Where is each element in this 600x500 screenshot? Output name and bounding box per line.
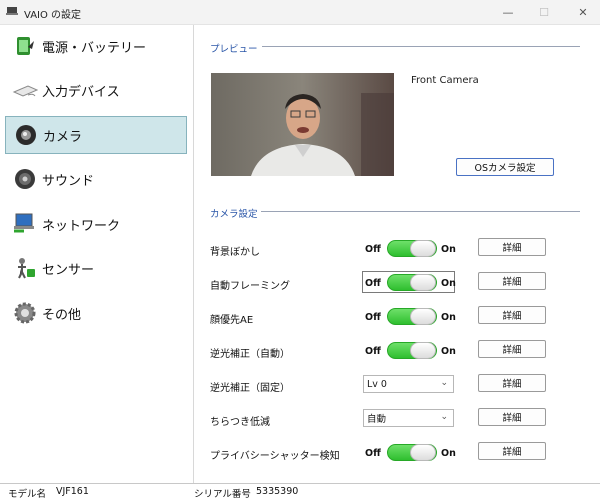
face-priority-ae-detail-button[interactable]: 詳細 <box>478 306 546 324</box>
off-label: Off <box>365 312 381 323</box>
window-title: VAIO の設定 <box>24 10 82 21</box>
off-label: Off <box>365 448 381 459</box>
toggle-knob <box>410 240 436 257</box>
network-icon <box>14 213 34 233</box>
sidebar-item-label: センサー <box>42 262 95 278</box>
flicker-reduction-select[interactable]: 自動 ⌄ <box>363 409 454 427</box>
off-label: Off <box>365 278 381 289</box>
title-bar: VAIO の設定 — ☐ ✕ <box>0 0 600 25</box>
sidebar-item-network[interactable]: ネットワーク <box>5 205 187 243</box>
minimize-button[interactable]: — <box>488 0 528 24</box>
select-value: 自動 <box>367 414 387 425</box>
app-icon <box>6 7 18 15</box>
divider <box>261 211 580 212</box>
face-priority-ae-label: 顔優先AE <box>210 315 254 326</box>
sidebar-item-other[interactable]: その他 <box>5 294 187 332</box>
backlight-fixed-detail-button[interactable]: 詳細 <box>478 374 546 392</box>
divider <box>262 46 580 47</box>
off-label: Off <box>365 346 381 357</box>
sidebar-item-label: ネットワーク <box>42 218 121 234</box>
status-bar: モデル名 VJF161 シリアル番号 5335390 <box>0 483 600 500</box>
toggle-knob <box>410 274 436 291</box>
privacy-shutter-label: プライバシーシャッター検知 <box>210 451 340 462</box>
battery-icon <box>17 37 34 55</box>
sensor-icon <box>18 258 35 279</box>
auto-framing-toggle[interactable] <box>387 274 437 291</box>
background-blur-label: 背景ぼかし <box>210 247 260 258</box>
auto-framing-detail-button[interactable]: 詳細 <box>478 272 546 290</box>
on-label: On <box>441 312 456 323</box>
sidebar-item-input-devices[interactable]: 入力デバイス <box>5 71 187 109</box>
backlight-auto-toggle[interactable] <box>387 342 437 359</box>
gear-icon <box>14 302 36 324</box>
camera-icon <box>16 125 36 145</box>
sidebar-item-label: 電源・バッテリー <box>42 40 147 56</box>
chevron-down-icon: ⌄ <box>440 378 448 388</box>
preview-header: プレビュー <box>210 44 258 55</box>
sidebar: 電源・バッテリー 入力デバイス カメラ サウンド ネットワーク センサー その他 <box>0 25 194 483</box>
backlight-auto-detail-button[interactable]: 詳細 <box>478 340 546 358</box>
toggle-knob <box>410 444 436 461</box>
chevron-down-icon: ⌄ <box>440 412 448 422</box>
privacy-shutter-toggle[interactable] <box>387 444 437 461</box>
flicker-reduction-detail-button[interactable]: 詳細 <box>478 408 546 426</box>
on-label: On <box>441 448 456 459</box>
on-label: On <box>441 278 456 289</box>
on-label: On <box>441 244 456 255</box>
backlight-fixed-label: 逆光補正（固定） <box>210 383 290 394</box>
camera-name-label: Front Camera <box>411 75 479 86</box>
backlight-fixed-select[interactable]: Lv 0 ⌄ <box>363 375 454 393</box>
flicker-reduction-label: ちらつき低減 <box>210 417 270 428</box>
serial-number-value: 5335390 <box>256 486 299 497</box>
sidebar-item-sensor[interactable]: センサー <box>5 249 187 287</box>
sidebar-item-label: サウンド <box>42 173 95 189</box>
privacy-shutter-detail-button[interactable]: 詳細 <box>478 442 546 460</box>
camera-settings-header: カメラ設定 <box>210 209 258 220</box>
maximize-button[interactable]: ☐ <box>524 0 564 24</box>
background-blur-detail-button[interactable]: 詳細 <box>478 238 546 256</box>
toggle-knob <box>410 308 436 325</box>
toggle-knob <box>410 342 436 359</box>
sidebar-item-label: 入力デバイス <box>42 84 120 100</box>
sidebar-item-label: その他 <box>42 307 82 323</box>
on-label: On <box>441 346 456 357</box>
select-value: Lv 0 <box>367 378 387 390</box>
sidebar-item-power-battery[interactable]: 電源・バッテリー <box>5 27 187 65</box>
sidebar-item-camera[interactable]: カメラ <box>5 116 187 154</box>
auto-framing-label: 自動フレーミング <box>210 281 290 292</box>
serial-number-label: シリアル番号 <box>194 489 251 500</box>
sidebar-item-sound[interactable]: サウンド <box>5 160 187 198</box>
close-button[interactable]: ✕ <box>563 0 600 24</box>
off-label: Off <box>365 244 381 255</box>
backlight-auto-label: 逆光補正（自動） <box>210 349 290 360</box>
camera-settings-panel: プレビュー Front Camera OSカメラ設定 カメラ設定 背景ぼかし O… <box>194 25 600 483</box>
speaker-icon <box>15 169 35 189</box>
os-camera-settings-button[interactable]: OSカメラ設定 <box>456 158 554 176</box>
face-priority-ae-toggle[interactable] <box>387 308 437 325</box>
sidebar-item-label: カメラ <box>43 129 83 145</box>
model-name-value: VJF161 <box>56 486 89 497</box>
model-name-label: モデル名 <box>8 489 47 500</box>
keyboard-icon <box>12 85 38 97</box>
background-blur-toggle[interactable] <box>387 240 437 257</box>
camera-preview-image <box>211 73 394 176</box>
